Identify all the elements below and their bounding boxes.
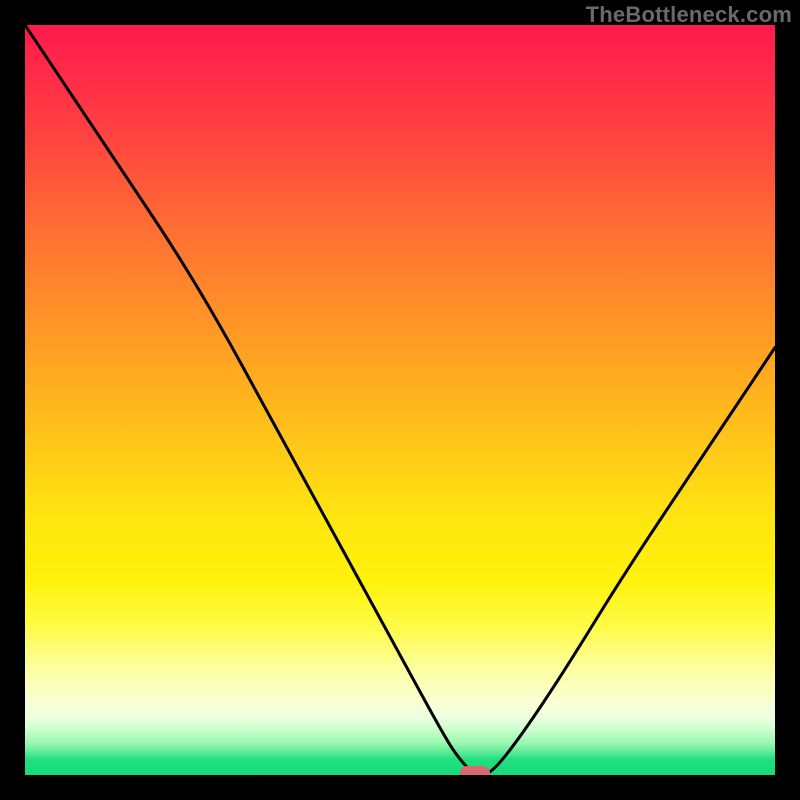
plot-area bbox=[25, 25, 775, 775]
bottleneck-chart: TheBottleneck.com bbox=[0, 0, 800, 800]
curve-layer bbox=[25, 25, 775, 775]
bottleneck-curve bbox=[25, 25, 775, 775]
minimum-marker bbox=[460, 766, 490, 775]
